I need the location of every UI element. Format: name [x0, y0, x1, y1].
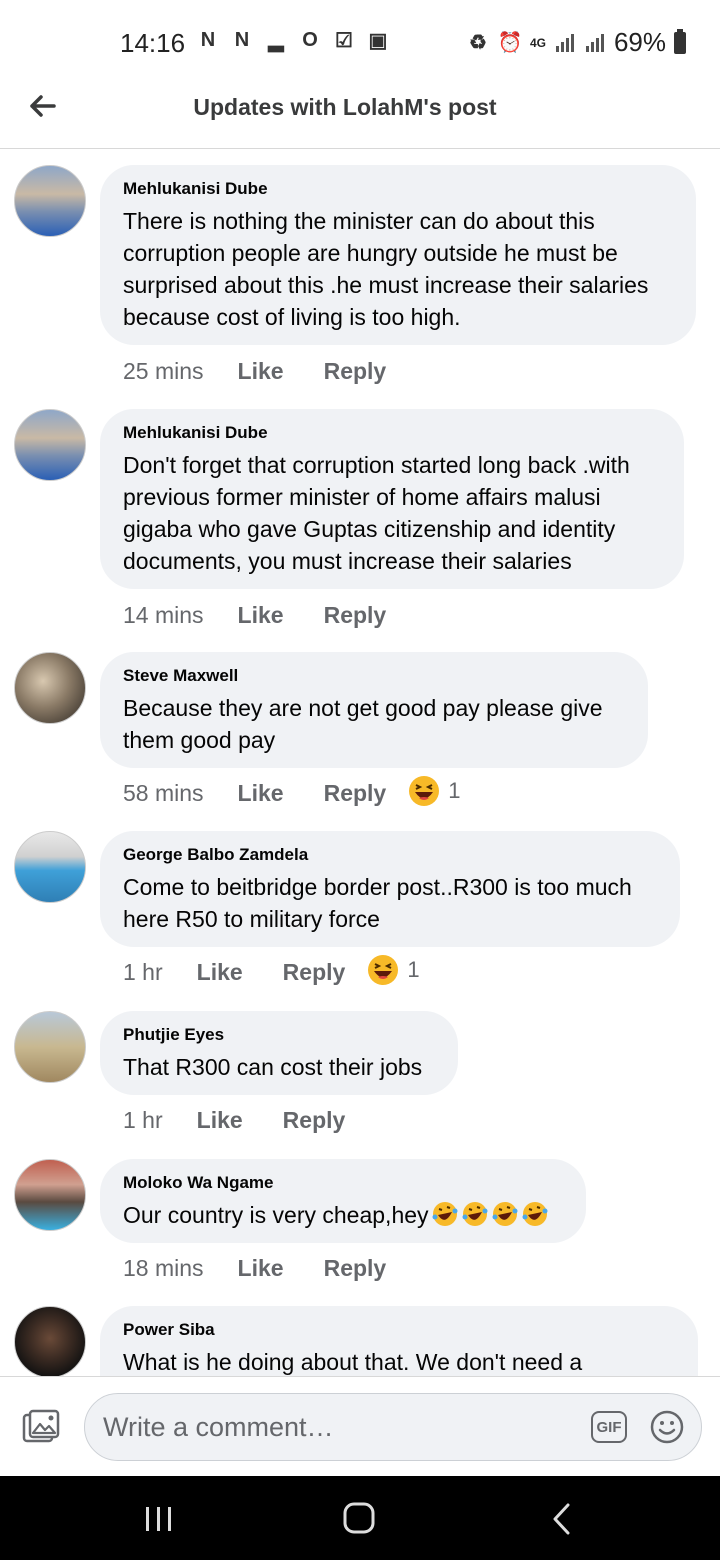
reaction-count: 1	[407, 956, 420, 982]
page-header: Updates with LolahM's post	[0, 76, 720, 149]
like-button[interactable]: Like	[238, 602, 284, 629]
comment-actions: 1 hr Like Reply 1	[123, 954, 420, 986]
photo-icon[interactable]	[22, 1409, 60, 1445]
comment-author[interactable]: George Balbo Zamdela	[123, 845, 657, 865]
comment-actions: 58 mins Like Reply 1	[123, 775, 460, 807]
avatar[interactable]	[14, 409, 86, 481]
avatar[interactable]	[14, 165, 86, 237]
check-icon: ☑	[335, 29, 353, 52]
car-icon: ▂	[268, 29, 284, 52]
opera-icon: O	[302, 28, 318, 51]
comment-author[interactable]: Steve Maxwell	[123, 666, 625, 686]
comment-bubble: George Balbo Zamdela Come to beitbridge …	[100, 831, 680, 947]
comment-bubble: Moloko Wa Ngame Our country is very chea…	[100, 1159, 586, 1243]
reply-button[interactable]: Reply	[283, 959, 346, 986]
comment-actions: 1 hr Like Reply	[123, 1107, 385, 1134]
system-icons: ♻ ⏰ 4G 69%	[466, 27, 686, 58]
reaction-summary[interactable]: 1	[367, 954, 420, 986]
comment-author[interactable]: Phutjie Eyes	[123, 1025, 435, 1045]
comment-time[interactable]: 58 mins	[123, 780, 204, 807]
reply-button[interactable]: Reply	[324, 358, 387, 385]
status-time: 14:16	[120, 28, 186, 58]
comment-actions: 18 mins Like Reply	[123, 1255, 426, 1282]
comment-composer: Write a comment… GIF	[0, 1376, 720, 1477]
comments-list[interactable]: Mehlukanisi Dube There is nothing the mi…	[0, 150, 720, 1376]
comment-text: What is he doing about that. We don't ne…	[123, 1349, 583, 1375]
reply-button[interactable]: Reply	[324, 1255, 387, 1282]
comment-author[interactable]: Mehlukanisi Dube	[123, 423, 661, 443]
app-notification-icon: N	[234, 28, 250, 51]
comment-author[interactable]: Power Siba	[123, 1320, 675, 1340]
comment-text: Our country is very cheap,hey	[123, 1199, 563, 1231]
reply-button[interactable]: Reply	[324, 780, 387, 807]
reaction-count: 1	[448, 777, 461, 803]
comment-actions: 14 mins Like Reply	[123, 602, 426, 629]
comment-bubble: Power Siba What is he doing about that. …	[100, 1306, 698, 1376]
like-button[interactable]: Like	[238, 780, 284, 807]
comment-text: Come to beitbridge border post..R300 is …	[123, 874, 632, 932]
system-nav-bar	[0, 1476, 720, 1560]
emoji-icon[interactable]	[649, 1409, 685, 1445]
recent-apps-icon[interactable]	[144, 1506, 174, 1532]
signal-icon	[585, 33, 604, 52]
gif-button[interactable]: GIF	[591, 1411, 627, 1443]
signal-icon	[555, 33, 574, 52]
comment-text: That R300 can cost their jobs	[123, 1054, 423, 1080]
avatar[interactable]	[14, 831, 86, 903]
network-type: 4G	[529, 35, 546, 50]
reply-button[interactable]: Reply	[283, 1107, 346, 1134]
haha-reaction-icon	[409, 775, 440, 806]
comment-text: Because they are not get good pay please…	[123, 695, 603, 753]
comment-bubble: Phutjie Eyes That R300 can cost their jo…	[100, 1011, 458, 1095]
comment-placeholder: Write a comment…	[103, 1412, 334, 1442]
page-title: Updates with LolahM's post	[193, 94, 497, 120]
comment-actions: 25 mins Like Reply	[123, 358, 426, 385]
comment-bubble: Mehlukanisi Dube There is nothing the mi…	[100, 165, 696, 345]
battery-icon	[674, 28, 686, 54]
haha-reaction-icon	[368, 954, 399, 985]
comment-text: Don't forget that corruption started lon…	[123, 452, 630, 574]
nav-back-icon[interactable]	[550, 1502, 574, 1536]
reaction-summary[interactable]: 1	[408, 775, 460, 807]
comment-time[interactable]: 14 mins	[123, 602, 204, 629]
status-bar: 14:16 N N ▂ O ☑ ▣ ♻ ⏰ 4G 69%	[0, 0, 720, 84]
comment-time[interactable]: 1 hr	[123, 1107, 163, 1134]
gallery-icon: ▣	[368, 29, 388, 52]
comment-author[interactable]: Mehlukanisi Dube	[123, 179, 673, 199]
avatar[interactable]	[14, 652, 86, 724]
laughing-emoji-icon	[522, 1202, 548, 1226]
laughing-emoji-icon	[462, 1202, 488, 1226]
like-button[interactable]: Like	[238, 358, 284, 385]
comment-author[interactable]: Moloko Wa Ngame	[123, 1173, 563, 1193]
battery-saver-icon: ♻	[468, 32, 487, 54]
comment-time[interactable]: 18 mins	[123, 1255, 204, 1282]
laughing-emoji-icon	[432, 1202, 458, 1226]
avatar[interactable]	[14, 1011, 86, 1083]
avatar[interactable]	[14, 1306, 86, 1376]
reply-button[interactable]: Reply	[324, 602, 387, 629]
laughing-emoji-icon	[492, 1202, 518, 1226]
like-button[interactable]: Like	[238, 1255, 284, 1282]
app-notification-icon: N	[200, 28, 216, 51]
comment-time[interactable]: 1 hr	[123, 959, 163, 986]
like-button[interactable]: Like	[197, 1107, 243, 1134]
comment-time[interactable]: 25 mins	[123, 358, 204, 385]
home-icon[interactable]	[343, 1502, 375, 1534]
alarm-icon: ⏰	[497, 32, 523, 54]
comment-bubble: Steve Maxwell Because they are not get g…	[100, 652, 648, 768]
comment-text-content: Our country is very cheap,hey	[123, 1202, 429, 1228]
comment-text: There is nothing the minister can do abo…	[123, 208, 649, 330]
avatar[interactable]	[14, 1159, 86, 1231]
battery-percent: 69%	[613, 27, 666, 57]
comment-bubble: Mehlukanisi Dube Don't forget that corru…	[100, 409, 684, 589]
notification-icons: N N ▂ O ☑ ▣	[196, 28, 390, 52]
like-button[interactable]: Like	[197, 959, 243, 986]
comment-input[interactable]: Write a comment… GIF	[84, 1393, 702, 1461]
